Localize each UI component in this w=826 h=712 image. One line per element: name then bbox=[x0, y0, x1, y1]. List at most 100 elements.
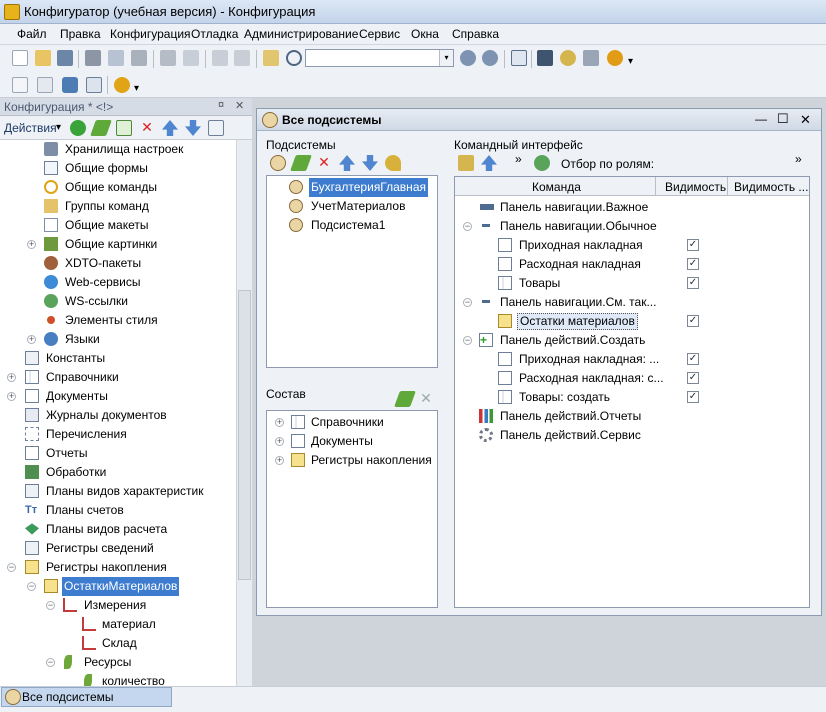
tree-item-common-pictures[interactable]: + Общие картинки bbox=[0, 235, 236, 254]
tree-item-chart-of-calculation-types[interactable]: Планы видов расчета bbox=[0, 520, 236, 539]
database-icon[interactable] bbox=[62, 77, 78, 93]
minimize-icon[interactable]: — bbox=[755, 112, 767, 126]
tree-item-dimensions[interactable]: − Измерения bbox=[0, 596, 236, 615]
toolbar-more-icon[interactable]: ▾ bbox=[628, 56, 633, 67]
search-input[interactable]: ▾ bbox=[305, 49, 454, 67]
tree-item-reports[interactable]: Отчеты bbox=[0, 444, 236, 463]
tree-item-catalogs[interactable]: + Справочники bbox=[0, 368, 236, 387]
hierarchy-icon[interactable] bbox=[270, 155, 286, 171]
table-row[interactable]: Панель действий.Сервис bbox=[455, 426, 809, 445]
table-row[interactable]: Панель навигации.Важное bbox=[455, 198, 809, 217]
menu-service[interactable]: Сервис bbox=[359, 27, 400, 41]
tree-item-chart-of-accounts[interactable]: Тт Планы счетов bbox=[0, 501, 236, 520]
table-row[interactable]: Остатки материалов ✓ bbox=[455, 312, 809, 331]
tree-item-common-forms[interactable]: Общие формы bbox=[0, 159, 236, 178]
tree-item-web-services[interactable]: Web-сервисы bbox=[0, 273, 236, 292]
edit-icon[interactable] bbox=[394, 391, 416, 407]
tree-item-documents[interactable]: + Документы bbox=[0, 387, 236, 406]
training-icon[interactable] bbox=[537, 50, 553, 66]
table-row[interactable]: Товары: создать ✓ bbox=[455, 388, 809, 407]
move-down-icon[interactable] bbox=[362, 155, 378, 171]
delete-icon[interactable]: ✕ bbox=[316, 155, 332, 171]
tree-item-languages[interactable]: + Языки bbox=[0, 330, 236, 349]
scrollbar-thumb[interactable] bbox=[238, 290, 251, 580]
tree-scrollbar[interactable] bbox=[236, 140, 252, 686]
find-next-icon[interactable] bbox=[460, 50, 476, 66]
taskbar-tab-all-subsystems[interactable]: Все подсистемы bbox=[1, 687, 172, 707]
info-icon[interactable] bbox=[607, 50, 623, 66]
visibility-checkbox[interactable]: ✓ bbox=[687, 372, 699, 384]
composition-item[interactable]: + Регистры накопления bbox=[267, 451, 437, 470]
menu-windows[interactable]: Окна bbox=[411, 27, 439, 41]
tree-item-data-processors[interactable]: Обработки bbox=[0, 463, 236, 482]
visibility-checkbox[interactable]: ✓ bbox=[687, 277, 699, 289]
add-child-icon[interactable] bbox=[116, 120, 132, 136]
collapse-icon[interactable]: − bbox=[46, 601, 55, 610]
tree-item-xdto-packages[interactable]: XDTO-пакеты bbox=[0, 254, 236, 273]
move-down-icon[interactable] bbox=[185, 120, 201, 136]
menu-administration[interactable]: Администрирование bbox=[244, 27, 358, 41]
expand-icon[interactable]: + bbox=[27, 335, 36, 344]
filter-by-roles-label[interactable]: Отбор по ролям: bbox=[561, 157, 654, 171]
expand-icon[interactable]: + bbox=[7, 392, 16, 401]
visibility-checkbox[interactable]: ✓ bbox=[687, 258, 699, 270]
copy-icon[interactable] bbox=[108, 50, 124, 66]
table-row[interactable]: − Панель навигации.См. так... bbox=[455, 293, 809, 312]
collapse-icon[interactable]: − bbox=[27, 582, 36, 591]
toolbar-overflow-icon[interactable]: » bbox=[515, 152, 522, 166]
find-prev-icon[interactable] bbox=[482, 50, 498, 66]
expand-icon[interactable]: + bbox=[275, 418, 284, 427]
run-dropdown-icon[interactable]: ▾ bbox=[134, 83, 139, 94]
tree-item-common-commands[interactable]: Общие команды bbox=[0, 178, 236, 197]
tree-item-common-templates[interactable]: Общие макеты bbox=[0, 216, 236, 235]
tree-item-ws-links[interactable]: WS-ссылки bbox=[0, 292, 236, 311]
new-file-icon[interactable] bbox=[12, 50, 28, 66]
tree-item-enums[interactable]: Перечисления bbox=[0, 425, 236, 444]
open-config-icon[interactable] bbox=[12, 77, 28, 93]
key-icon[interactable] bbox=[385, 155, 401, 171]
table-row[interactable]: Товары ✓ bbox=[455, 274, 809, 293]
column-visibility-roles[interactable]: Видимость ... bbox=[734, 180, 808, 194]
undo-icon[interactable] bbox=[212, 50, 228, 66]
tree-item-sklad[interactable]: Склад bbox=[0, 634, 236, 653]
compare-config-icon[interactable] bbox=[37, 77, 53, 93]
composition-item[interactable]: + Справочники bbox=[267, 413, 437, 432]
tree-item-chart-of-characteristic-types[interactable]: Планы видов характеристик bbox=[0, 482, 236, 501]
table-row[interactable]: Расходная накладная ✓ bbox=[455, 255, 809, 274]
table-row[interactable]: Панель действий.Отчеты bbox=[455, 407, 809, 426]
syntax-helper-icon[interactable] bbox=[583, 50, 599, 66]
save-icon[interactable] bbox=[57, 50, 73, 66]
composition-item[interactable]: + Документы bbox=[267, 432, 437, 451]
column-visibility[interactable]: Видимость bbox=[665, 180, 726, 194]
collapse-icon[interactable]: − bbox=[7, 563, 16, 572]
menu-configuration[interactable]: Конфигурация bbox=[110, 27, 191, 41]
tree-item-command-groups[interactable]: Группы команд bbox=[0, 197, 236, 216]
menu-help[interactable]: Справка bbox=[452, 27, 499, 41]
toolbar-overflow-icon[interactable]: » bbox=[795, 152, 802, 166]
tree-item-resources[interactable]: − Ресурсы bbox=[0, 653, 236, 672]
expand-icon[interactable]: + bbox=[27, 240, 36, 249]
search-dropdown-icon[interactable]: ▾ bbox=[439, 50, 453, 66]
tree-item-document-journals[interactable]: Журналы документов bbox=[0, 406, 236, 425]
tree-item-quantity[interactable]: количество bbox=[0, 672, 236, 686]
move-up-icon[interactable] bbox=[162, 120, 178, 136]
visibility-checkbox[interactable]: ✓ bbox=[687, 239, 699, 251]
help-search-icon[interactable] bbox=[560, 50, 576, 66]
table-row[interactable]: − Панель навигации.Обычное bbox=[455, 217, 809, 236]
windows-list-icon[interactable] bbox=[511, 50, 527, 66]
table-row[interactable]: − + Панель действий.Создать bbox=[455, 331, 809, 350]
collapse-icon[interactable]: − bbox=[463, 222, 472, 231]
menu-edit[interactable]: Правка bbox=[60, 27, 101, 41]
run-debug-icon[interactable] bbox=[114, 77, 130, 93]
panel-pin-icon[interactable]: ¤ bbox=[218, 99, 224, 111]
add-icon[interactable] bbox=[70, 120, 86, 136]
menu-debug[interactable]: Отладка bbox=[191, 27, 238, 41]
tree-item-accumulation-registers[interactable]: − Регистры накопления bbox=[0, 558, 236, 577]
tree-item-information-registers[interactable]: Регистры сведений bbox=[0, 539, 236, 558]
tree-item-style-items[interactable]: Элементы стиля bbox=[0, 311, 236, 330]
search-icon[interactable] bbox=[286, 50, 302, 66]
maximize-icon[interactable]: ☐ bbox=[777, 111, 789, 127]
column-command[interactable]: Команда bbox=[532, 180, 581, 194]
properties-window-icon[interactable] bbox=[86, 77, 102, 93]
actions-dropdown-icon[interactable]: ▾ bbox=[56, 122, 61, 133]
